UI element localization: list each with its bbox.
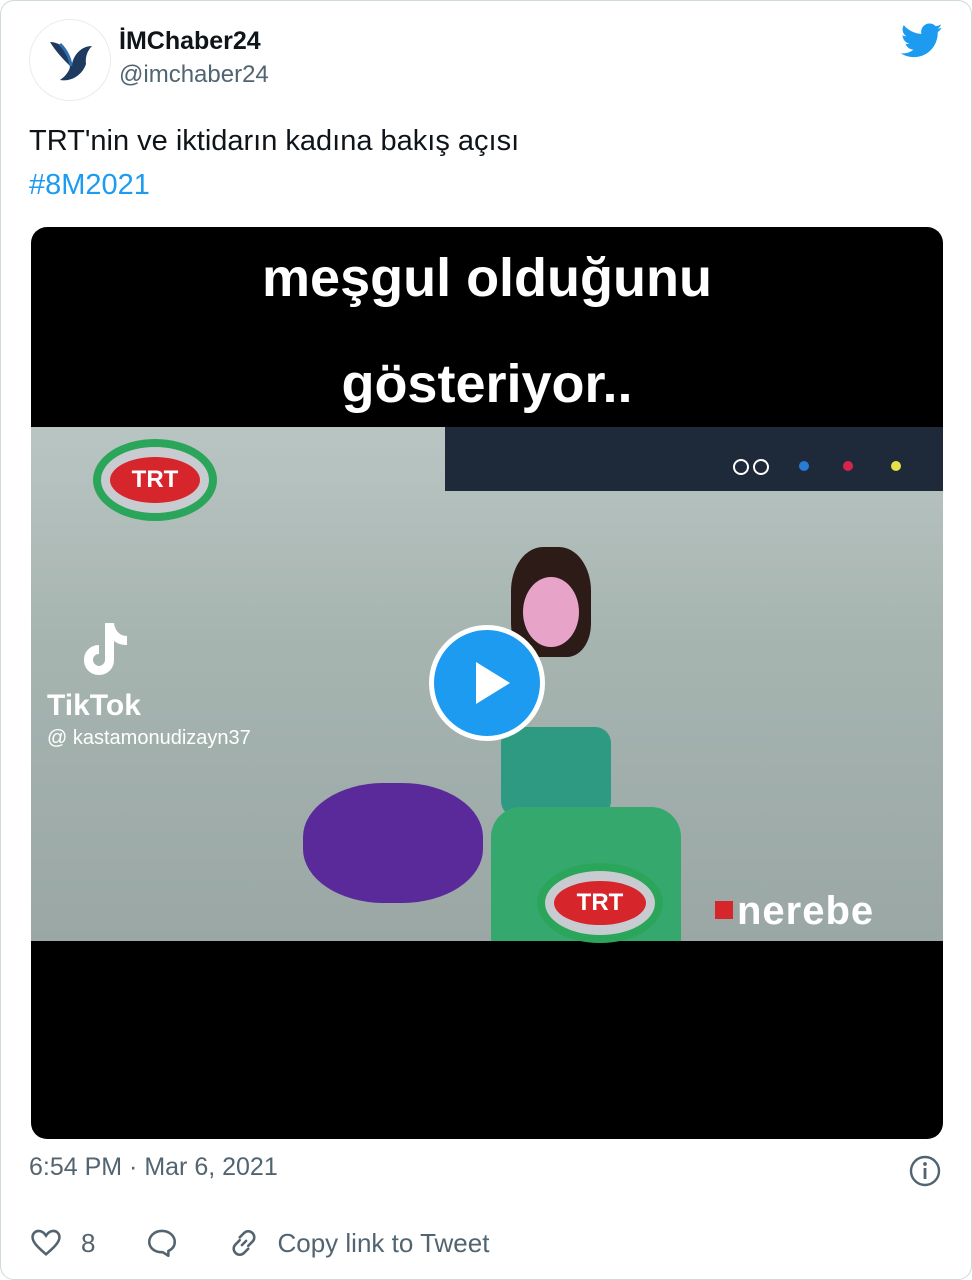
- trt-logo-bottom: TRT: [537, 863, 663, 943]
- video-caption-line2: gösteriyor..: [341, 354, 633, 414]
- avatar[interactable]: [29, 19, 111, 101]
- hashtag-link[interactable]: #8M2021: [29, 163, 519, 207]
- copy-link-label: Copy link to Tweet: [277, 1227, 490, 1258]
- twitter-bird-icon[interactable]: [901, 23, 943, 59]
- like-count: 8: [81, 1227, 96, 1258]
- like-button[interactable]: 8: [29, 1226, 95, 1260]
- trt-logo-text: TRT: [131, 466, 179, 493]
- heart-icon: [31, 1229, 61, 1257]
- trt-logo: TRT: [93, 439, 217, 521]
- video-player[interactable]: meşgul olduğunu gösteriyor.. TRT TikTok …: [31, 227, 943, 1139]
- purple-pompom: [303, 783, 483, 903]
- reply-button[interactable]: [145, 1226, 179, 1260]
- bird-logo-icon: [50, 42, 92, 81]
- tweet-text: TRT'nin ve iktidarın kadına bakış açısı …: [29, 119, 519, 207]
- trt-logo-bottom-text: TRT: [576, 889, 624, 916]
- nerebe-watermark: nerebe: [737, 889, 875, 933]
- author-handle[interactable]: @imchaber24: [119, 61, 269, 89]
- tiktok-user: @ kastamonudizayn37: [47, 727, 251, 749]
- reply-icon: [148, 1229, 177, 1258]
- play-icon: [476, 662, 510, 704]
- copy-link-button[interactable]: Copy link to Tweet: [227, 1226, 489, 1260]
- tweet-card: İMChaber24 @imchaber24 TRT'nin ve iktida…: [0, 0, 972, 1280]
- link-icon: [232, 1230, 257, 1256]
- tweet-timestamp[interactable]: 6:54 PM · Mar 6, 2021: [29, 1153, 278, 1182]
- info-icon[interactable]: [909, 1155, 941, 1187]
- tiktok-label: TikTok: [47, 689, 141, 722]
- tweet-actions: 8 Copy link to Tweet: [29, 1223, 489, 1263]
- video-caption-line1: meşgul olduğunu: [262, 248, 712, 308]
- tweet-body: TRT'nin ve iktidarın kadına bakış açısı: [29, 125, 520, 157]
- play-button[interactable]: [429, 625, 545, 741]
- author-name[interactable]: İMChaber24: [119, 27, 261, 56]
- tiktok-icon: [84, 623, 127, 675]
